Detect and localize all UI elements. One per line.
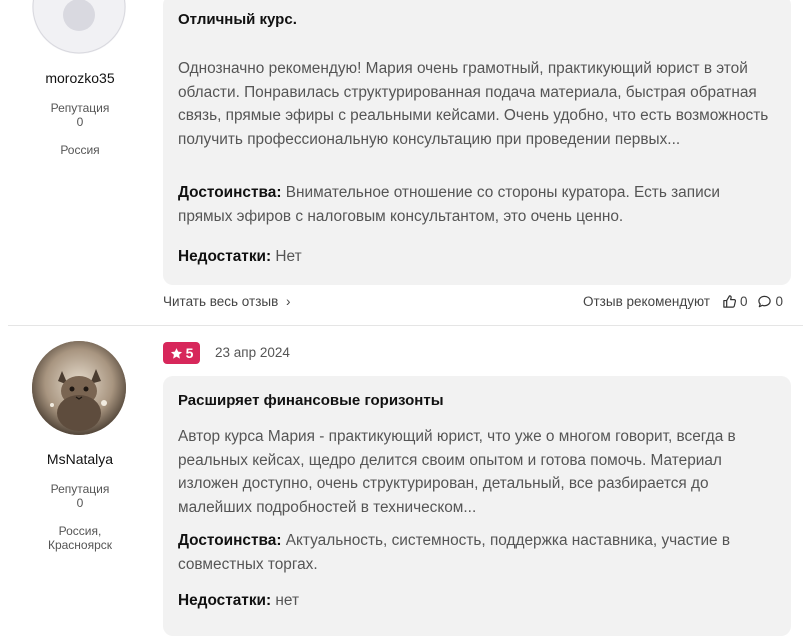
thumbs-up-icon	[723, 295, 737, 308]
rating-value: 5	[185, 345, 194, 361]
rating-badge: 5	[163, 342, 200, 364]
default-avatar-icon	[32, 0, 126, 54]
likes-count: 0	[739, 294, 748, 309]
review-pros: Достоинства: Актуальность, системность, …	[178, 529, 778, 576]
reputation-value: 0	[76, 115, 84, 129]
cons-label: Недостатки:	[178, 592, 272, 609]
review-text: Автор курса Мария - практикующий юрист, …	[178, 428, 736, 516]
review-reactions: Отзыв рекомендуют 0 0	[583, 294, 783, 309]
cat-avatar-icon	[32, 341, 126, 435]
author-name[interactable]: morozko35	[0, 70, 160, 86]
reputation-value: 0	[76, 496, 84, 510]
review-date: 23 апр 2024	[215, 345, 290, 360]
avatar[interactable]	[32, 341, 126, 435]
cons-text: Нет	[275, 248, 302, 265]
comment-icon	[758, 295, 772, 308]
review-title: Отличный курс.	[178, 11, 297, 28]
review-card: Отличный курс. Однозначно рекомендую! Ма…	[163, 0, 791, 285]
cons-text: нет	[275, 592, 300, 609]
read-more-link[interactable]: Читать весь отзыв ›	[163, 294, 291, 309]
read-more-label: Читать весь отзыв	[163, 294, 279, 309]
star-icon	[170, 347, 182, 359]
review-title: Расширяет финансовые горизонты	[178, 392, 444, 409]
pros-label: Достоинства:	[178, 184, 282, 201]
comment-button[interactable]: 0	[757, 294, 783, 309]
reputation-label: Репутация	[50, 101, 110, 115]
review-text: Однозначно рекомендую! Мария очень грамо…	[178, 60, 769, 148]
pros-label: Достоинства:	[178, 532, 282, 549]
comments-count: 0	[775, 294, 783, 309]
author-location-city: Россия,	[58, 524, 102, 538]
review-cons: Недостатки: Нет	[178, 245, 778, 269]
review-cons: Недостатки: нет	[178, 589, 778, 613]
author-name[interactable]: MsNatalya	[0, 451, 160, 467]
review-item: MsNatalya Репутация 0 Россия, Красноярск…	[0, 326, 803, 636]
cons-label: Недостатки:	[178, 248, 272, 265]
author-location-region: Красноярск	[47, 538, 113, 552]
like-button[interactable]: 0	[722, 294, 748, 309]
review-item: morozko35 Репутация 0 Россия Отличный ку…	[0, 0, 803, 325]
avatar[interactable]	[32, 0, 126, 54]
author-location: Россия	[60, 143, 100, 157]
reputation-label: Репутация	[50, 482, 110, 496]
review-pros: Достоинства: Внимательное отношение со с…	[178, 181, 778, 228]
review-card: Расширяет финансовые горизонты Автор кур…	[163, 376, 791, 636]
chevron-right-icon: ›	[286, 294, 291, 309]
recommend-label: Отзыв рекомендуют	[583, 294, 710, 309]
